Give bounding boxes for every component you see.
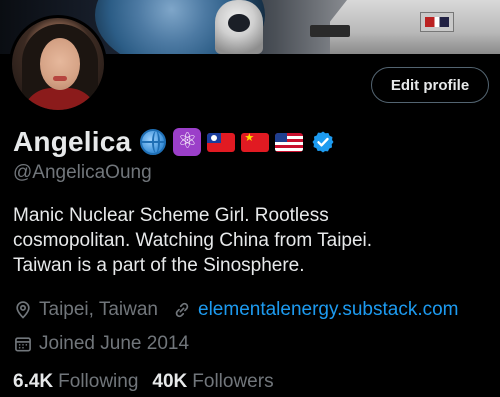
us-flag-icon xyxy=(275,128,304,156)
atom-symbol-icon: ⚛ xyxy=(173,128,202,156)
verified-badge-icon[interactable] xyxy=(311,130,335,154)
calendar-icon xyxy=(15,337,31,352)
following-count[interactable]: 6.4K xyxy=(13,371,53,393)
banner-gun xyxy=(310,25,350,37)
joined-row: Joined June 2014 xyxy=(13,331,189,357)
avatar[interactable] xyxy=(9,15,107,113)
handle: @AngelicaOung xyxy=(13,162,152,183)
bio-line: Taiwan is a part of the Sinosphere. xyxy=(13,255,305,276)
followers-count[interactable]: 40K xyxy=(152,371,187,393)
follow-stats: 6.4K Following 40K Followers xyxy=(13,369,288,395)
name-row: Angelica ⚛ xyxy=(13,124,335,160)
bio-line: Manic Nuclear Scheme Girl. Rootless xyxy=(13,205,329,226)
location-text: Taipei, Taiwan xyxy=(39,299,159,320)
profile-meta-row: Taipei, Taiwan elementalenergy.substack.… xyxy=(13,297,459,323)
banner-flag-patch xyxy=(420,12,454,32)
banner-astronaut-visor xyxy=(228,14,250,32)
avatar-face xyxy=(40,38,80,90)
avatar-lips xyxy=(53,76,67,81)
website-link[interactable]: elementalenergy.substack.com xyxy=(198,299,459,321)
location-pin-icon xyxy=(16,301,30,319)
banner-astronaut-suit xyxy=(330,0,500,54)
display-name: Angelica xyxy=(13,126,132,157)
taiwan-flag-icon xyxy=(207,128,236,156)
link-icon xyxy=(175,302,189,318)
china-flag-icon xyxy=(241,128,270,156)
following-label[interactable]: Following xyxy=(58,371,138,393)
joined-text: Joined June 2014 xyxy=(39,333,190,354)
followers-label[interactable]: Followers xyxy=(192,371,273,393)
edit-profile-button[interactable]: Edit profile xyxy=(371,67,489,103)
globe-icon xyxy=(139,128,167,156)
bio-line: cosmopolitan. Watching China from Taipei… xyxy=(13,230,373,251)
bio: Manic Nuclear Scheme Girl. Rootless cosm… xyxy=(13,203,493,278)
